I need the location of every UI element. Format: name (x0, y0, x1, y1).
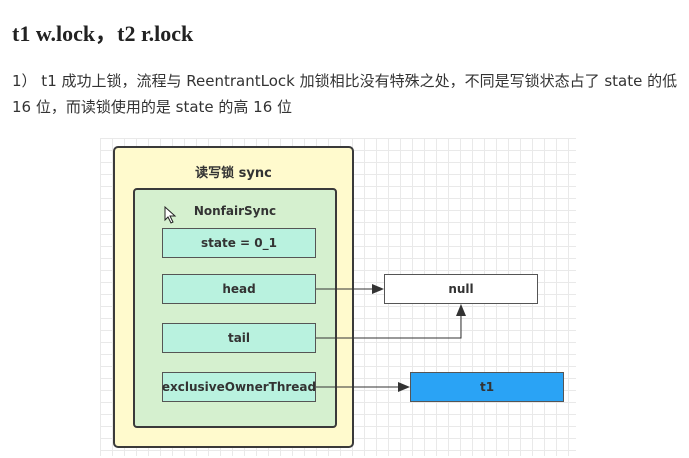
description-paragraph: 1） t1 成功上锁，流程与 ReentrantLock 加锁相比没有特殊之处，… (12, 72, 678, 116)
head-arrowhead (372, 284, 384, 294)
lock-diagram: 读写锁 sync NonfairSync state = 0_1 head ta… (100, 138, 576, 456)
page-title: t1 w.lock，t2 r.lock (12, 21, 194, 46)
tail-to-null-arrow (316, 314, 462, 339)
owner-arrowhead (398, 382, 410, 392)
tail-arrowhead (456, 304, 466, 316)
arrows-layer (316, 284, 466, 392)
mouse-cursor-icon (164, 206, 177, 224)
